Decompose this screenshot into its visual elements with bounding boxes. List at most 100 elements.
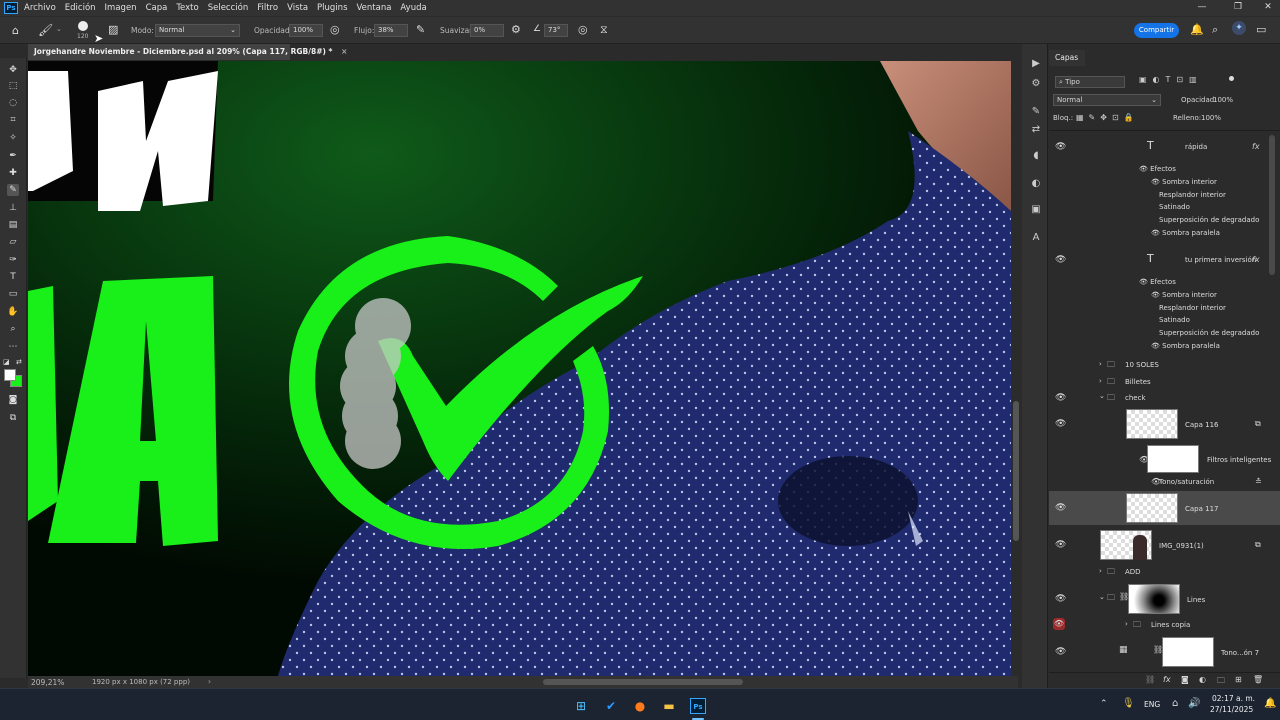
character-icon[interactable]: A <box>1030 232 1042 243</box>
smart-filters-row[interactable]: 👁 Filtros inteligentes <box>1049 444 1280 474</box>
shape-tool-icon[interactable]: ▭ <box>7 288 19 300</box>
layer-row-capa-116[interactable]: 👁 Capa 116 ⧉ <box>1049 407 1280 441</box>
layer-row-rapida[interactable]: 👁 T rápida fx <box>1049 131 1280 157</box>
photoshop-taskbar-icon[interactable]: Ps <box>690 698 706 714</box>
close-icon[interactable]: ✕ <box>1250 0 1280 16</box>
share-button[interactable]: Compartir <box>1134 23 1179 38</box>
brush-preset-icon[interactable] <box>78 21 88 31</box>
new-layer-icon[interactable]: ⊞ <box>1235 675 1242 684</box>
chevron-right-icon[interactable]: › <box>208 677 211 686</box>
gear-icon[interactable]: ⚙ <box>511 23 521 36</box>
effect-item[interactable]: 👁 Sombra paralela <box>1151 342 1220 350</box>
menu-plugins[interactable]: Plugins <box>317 3 347 13</box>
symmetry-icon[interactable]: ⧖ <box>600 23 608 37</box>
layer-row-add[interactable]: › 🗀 ADD <box>1049 564 1280 580</box>
adjustments-icon[interactable]: ◐ <box>1030 178 1042 189</box>
layer-row-img-0931[interactable]: 👁 IMG_0931(1) ⧉ <box>1049 528 1280 562</box>
play-icon[interactable]: ▶ <box>1030 58 1042 69</box>
brush-tool-icon[interactable]: ✎ <box>7 184 19 196</box>
healing-brush-icon[interactable]: ✚ <box>7 167 19 179</box>
menu-capa[interactable]: Capa <box>146 3 168 13</box>
vertical-scrollbar[interactable] <box>1012 61 1020 676</box>
add-mask-icon[interactable]: ◙ <box>1181 675 1189 684</box>
bell-icon[interactable]: 🔔 <box>1190 23 1204 36</box>
effect-item[interactable]: 👁 Sombra interior <box>1151 291 1217 299</box>
eye-icon[interactable]: 👁 <box>1055 503 1066 513</box>
clock-date[interactable]: 27/11/2025 <box>1210 705 1253 714</box>
layer-row-lines[interactable]: 👁 ⌄ 🗀 ⛓ Lines <box>1049 582 1280 616</box>
trash-icon[interactable]: 🗑 <box>1253 675 1263 684</box>
brush-settings-icon[interactable]: ▨ <box>108 23 118 36</box>
zoom-tool-icon[interactable]: ⌕ <box>7 323 19 335</box>
brush-panel-icon[interactable]: ✎ <box>1030 106 1042 117</box>
layers-scrollbar[interactable] <box>1269 135 1275 275</box>
workspace-icon[interactable]: ▭ <box>1256 23 1266 36</box>
layer-row-capa-117[interactable]: 👁 Capa 117 <box>1049 491 1280 525</box>
more-tools-icon[interactable]: ⋯ <box>7 341 19 353</box>
discover-icon[interactable]: ✦ <box>1232 21 1246 35</box>
angle-input[interactable]: 73° <box>544 24 568 37</box>
default-colors-icon[interactable]: ◪ <box>3 358 10 366</box>
layer-filter-select[interactable]: ⌕ Tipo <box>1055 76 1125 88</box>
effect-item[interactable]: Resplandor interior <box>1159 191 1226 199</box>
language-indicator[interactable]: ENG <box>1144 700 1160 709</box>
screen-mode-icon[interactable]: ⧉ <box>7 412 19 424</box>
new-group-icon[interactable]: 🗀 <box>1217 675 1225 689</box>
fx-icon[interactable]: fx <box>1252 142 1260 151</box>
notification-icon[interactable]: 🔔 <box>1264 698 1276 709</box>
menu-filtro[interactable]: Filtro <box>257 3 278 13</box>
flow-input[interactable]: 38% <box>374 24 408 37</box>
layer-row-lines-copia[interactable]: 👁 › 🗀 Lines copia <box>1049 617 1280 633</box>
pen-tool-icon[interactable]: ✑ <box>7 254 19 266</box>
eye-icon[interactable]: 👁 <box>1139 165 1150 173</box>
blend-mode-select[interactable]: Normal ⌄ <box>1053 94 1161 106</box>
eye-icon[interactable]: 👁 <box>1055 393 1066 403</box>
file-explorer-icon[interactable]: ▬ <box>661 698 677 714</box>
effect-item[interactable]: Satinado <box>1159 203 1190 211</box>
eye-icon[interactable]: 👁 <box>1055 594 1066 604</box>
pressure-opacity-icon[interactable]: ◎ <box>330 23 340 36</box>
layer-row-billetes[interactable]: › 🗀 Billetes <box>1049 374 1280 390</box>
libraries-icon[interactable]: ▣ <box>1030 204 1042 215</box>
effect-item[interactable]: Superposición de degradado <box>1159 329 1259 337</box>
layer-row-check[interactable]: 👁 ⌄ 🗀 check <box>1049 390 1280 406</box>
network-icon[interactable]: ⌂ <box>1172 698 1178 709</box>
lock-icons[interactable]: ▦✎✥⊡🔒 <box>1076 113 1139 122</box>
chevron-down-icon[interactable]: ⌄ <box>1099 392 1105 400</box>
type-tool-icon[interactable]: T <box>7 271 19 283</box>
crop-tool-icon[interactable]: ⌗ <box>7 114 19 126</box>
zoom-level[interactable]: 209,21% <box>31 678 64 687</box>
move-tool-icon[interactable]: ✥ <box>7 64 19 76</box>
effect-item[interactable]: Superposición de degradado <box>1159 216 1259 224</box>
windows-start-icon[interactable]: ⊞ <box>573 698 589 714</box>
menu-vista[interactable]: Vista <box>287 3 308 13</box>
eye-icon[interactable]: 👁 <box>1055 540 1066 550</box>
horizontal-scrollbar[interactable] <box>543 679 743 685</box>
eye-icon[interactable]: 👁 <box>1053 618 1065 630</box>
home-icon[interactable]: ⌂ <box>12 24 19 37</box>
menu-texto[interactable]: Texto <box>176 3 198 13</box>
fill-value[interactable]: 100% <box>1201 114 1221 122</box>
menu-archivo[interactable]: Archivo <box>24 3 56 13</box>
effect-item[interactable]: 👁 Sombra interior <box>1151 178 1217 186</box>
filter-toggle-icon[interactable] <box>1229 76 1234 81</box>
eye-icon[interactable]: 👁 <box>1055 647 1066 657</box>
hue-saturation-row[interactable]: 👁 Tono/saturación ≛ <box>1049 475 1280 489</box>
eye-icon[interactable]: 👁 <box>1151 342 1162 350</box>
quick-mask-icon[interactable]: ◙ <box>7 394 19 406</box>
search-icon[interactable]: ⌕ <box>1212 23 1218 37</box>
layer-row-tono-7[interactable]: 👁 ▦ ⛓ Tono...ón 7 <box>1049 635 1280 669</box>
eyedropper-icon[interactable]: ✒ <box>7 150 19 162</box>
clock-time[interactable]: 02:17 a. m. <box>1212 694 1255 703</box>
todo-app-icon[interactable]: ✔ <box>603 698 619 714</box>
brush-settings-icon[interactable]: ⇄ <box>1030 124 1042 135</box>
chevron-up-icon[interactable]: ⌃ <box>1100 699 1108 709</box>
eraser-tool-icon[interactable]: ▱ <box>7 236 19 248</box>
chevron-down-icon[interactable]: ⌄ <box>1099 593 1105 601</box>
chevron-right-icon[interactable]: › <box>1099 567 1102 575</box>
swap-colors-icon[interactable]: ⇄ <box>16 358 22 366</box>
close-tab-icon[interactable]: × <box>341 47 347 56</box>
eye-icon[interactable]: 👁 <box>1055 255 1066 265</box>
tab-layers[interactable]: Capas <box>1049 50 1085 66</box>
foreground-color-swatch[interactable] <box>4 369 16 381</box>
